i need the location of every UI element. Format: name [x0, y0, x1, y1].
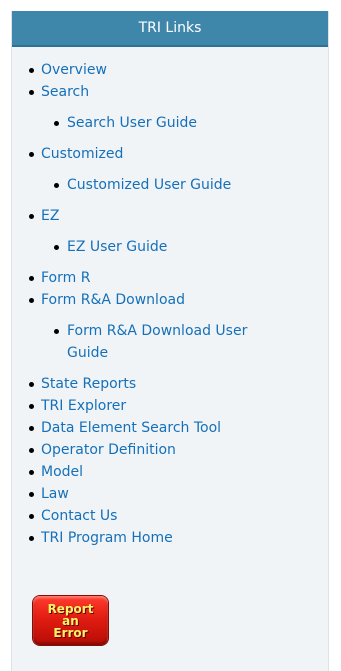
- bullet-icon: [29, 404, 34, 409]
- link-overview[interactable]: Overview: [41, 62, 107, 78]
- bullet-icon: [29, 426, 34, 431]
- list-item: Data Element Search Tool: [12, 417, 328, 439]
- bullet-icon: [29, 514, 34, 519]
- list-item: EZ: [12, 205, 328, 227]
- list-item: Contact Us: [12, 505, 328, 527]
- link-law[interactable]: Law: [41, 486, 69, 502]
- bullet-icon: [29, 470, 34, 475]
- bullet-icon: [54, 183, 59, 188]
- list-item: Law: [12, 483, 328, 505]
- list-item: EZ User Guide: [12, 236, 287, 258]
- link-search-user-guide[interactable]: Search User Guide: [67, 115, 197, 131]
- bullet-icon: [54, 329, 59, 334]
- bullet-icon: [29, 492, 34, 497]
- list-item: Model: [12, 461, 328, 483]
- bullet-icon: [29, 214, 34, 219]
- bullet-icon: [29, 152, 34, 157]
- list-item: Search: [12, 81, 328, 103]
- list-item: State Reports: [12, 373, 328, 395]
- link-contact-us[interactable]: Contact Us: [41, 508, 117, 524]
- report-an-error-button[interactable]: Report an Error: [33, 596, 108, 645]
- bullet-icon: [29, 90, 34, 95]
- tri-links-panel: TRI Links Overview Search Search User Gu…: [11, 11, 329, 671]
- bullet-icon: [54, 121, 59, 126]
- panel-title: TRI Links: [12, 11, 328, 47]
- link-tri-explorer[interactable]: TRI Explorer: [41, 398, 126, 414]
- link-form-r[interactable]: Form R: [41, 270, 90, 286]
- link-form-ra-download-user-guide[interactable]: Form R&A Download User Guide: [67, 323, 247, 361]
- bullet-icon: [29, 448, 34, 453]
- bullet-icon: [29, 276, 34, 281]
- link-operator-definition[interactable]: Operator Definition: [41, 442, 176, 458]
- link-ez[interactable]: EZ: [41, 208, 59, 224]
- link-data-element-search-tool[interactable]: Data Element Search Tool: [41, 420, 221, 436]
- link-search[interactable]: Search: [41, 84, 89, 100]
- report-an-error-label: Report an Error: [47, 601, 94, 640]
- bullet-icon: [29, 536, 34, 541]
- link-model[interactable]: Model: [41, 464, 83, 480]
- list-item: TRI Explorer: [12, 395, 328, 417]
- link-customized-user-guide[interactable]: Customized User Guide: [67, 177, 231, 193]
- link-tri-program-home[interactable]: TRI Program Home: [41, 530, 173, 546]
- link-state-reports[interactable]: State Reports: [41, 376, 136, 392]
- list-item: Search User Guide: [12, 112, 287, 134]
- list-item: Overview: [12, 59, 328, 81]
- list-item: Customized: [12, 143, 328, 165]
- list-item: Customized User Guide: [12, 174, 287, 196]
- list-item: Form R&A Download User Guide: [12, 320, 287, 364]
- list-item: Form R: [12, 267, 328, 289]
- bullet-icon: [29, 68, 34, 73]
- bullet-icon: [54, 245, 59, 250]
- list-item: TRI Program Home: [12, 527, 328, 549]
- list-item: Form R&A Download: [12, 289, 328, 311]
- link-form-ra-download[interactable]: Form R&A Download: [41, 292, 185, 308]
- bullet-icon: [29, 382, 34, 387]
- link-ez-user-guide[interactable]: EZ User Guide: [67, 239, 167, 255]
- list-item: Operator Definition: [12, 439, 328, 461]
- links-list: Overview Search Search User Guide Custom…: [12, 47, 328, 549]
- bullet-icon: [29, 298, 34, 303]
- link-customized[interactable]: Customized: [41, 146, 123, 162]
